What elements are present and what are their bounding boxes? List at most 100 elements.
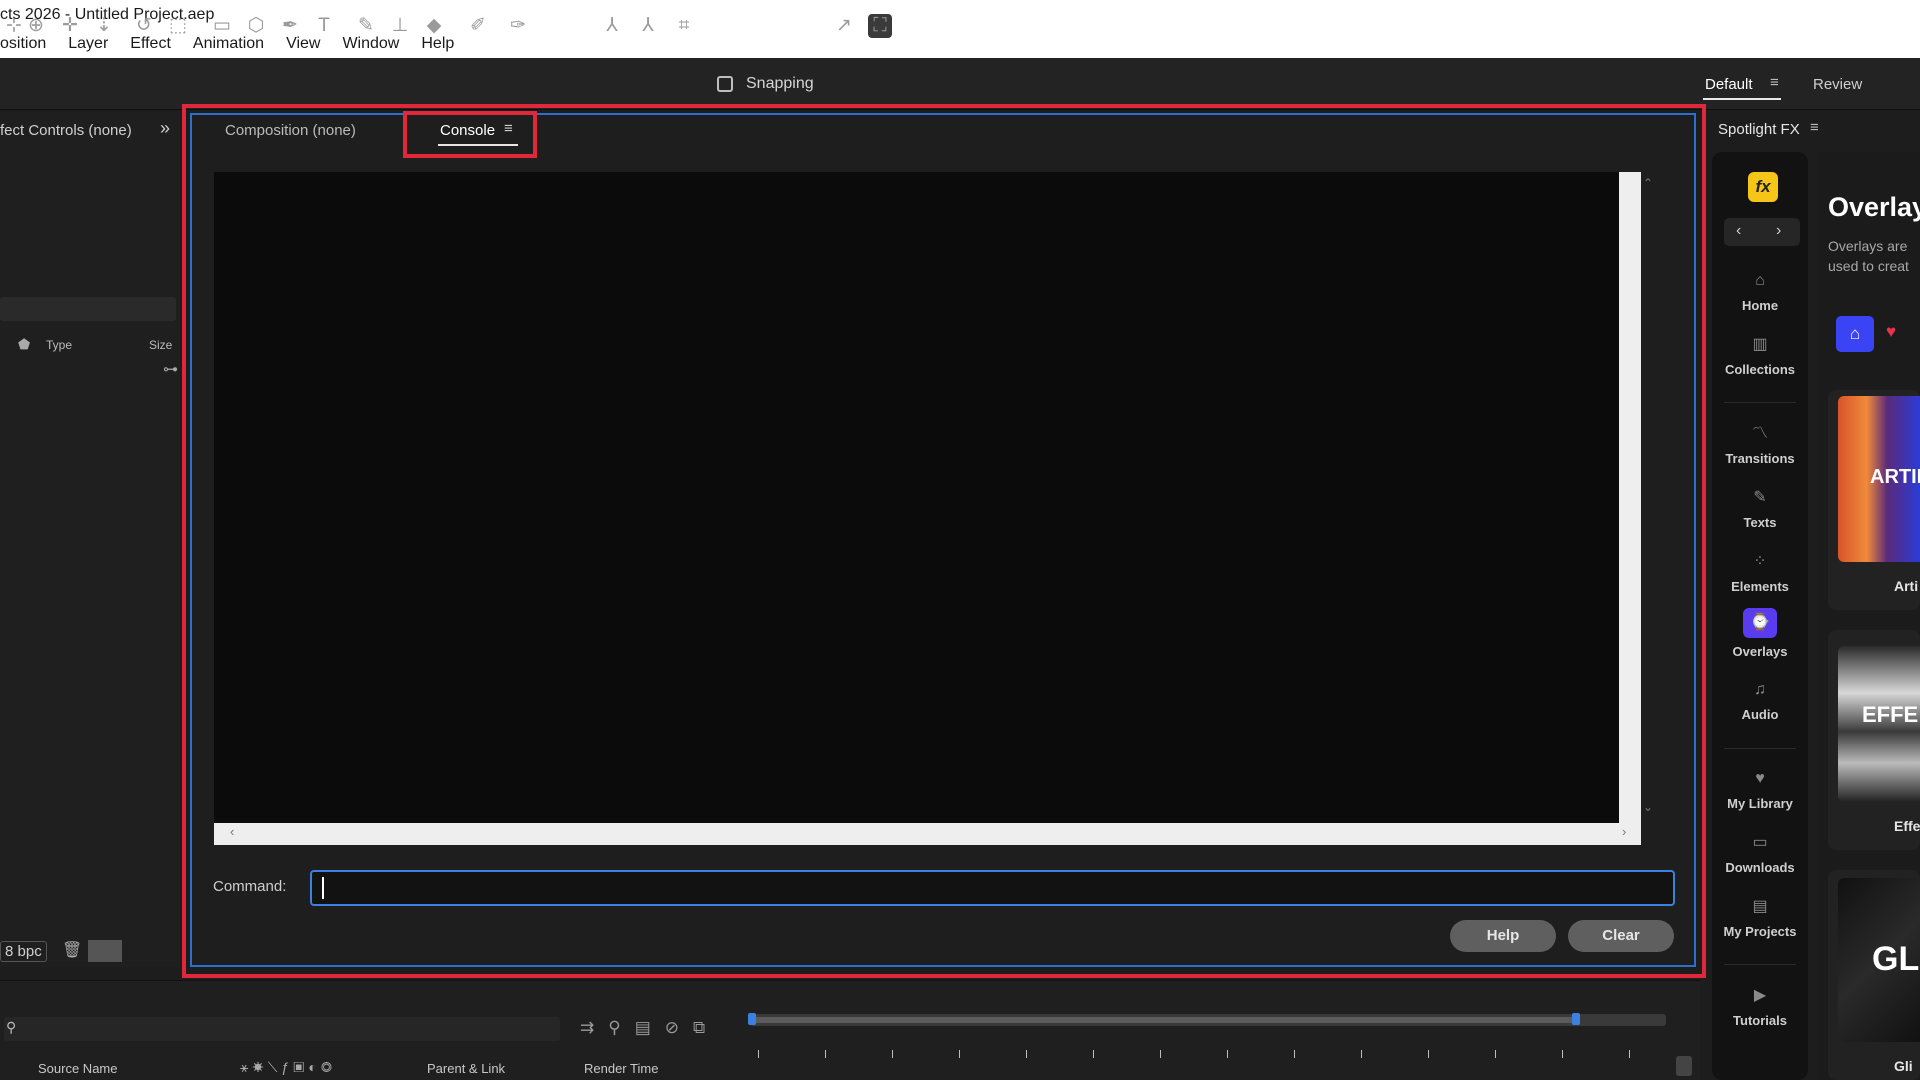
spotlight-panel-title[interactable]: Spotlight FX (1718, 121, 1800, 138)
download-icon: ▭ (1752, 834, 1768, 851)
sidebar-divider (1724, 964, 1796, 965)
sidebar-item-my-library[interactable]: ♥ My Library (1712, 768, 1808, 811)
column-size[interactable]: Size (149, 338, 172, 352)
content-description: Overlays are used to creat (1828, 238, 1909, 274)
column-render-time[interactable]: Render Time (584, 1061, 658, 1076)
snap-edges-icon[interactable]: ↗ (832, 14, 856, 38)
tab-console[interactable]: Console (440, 122, 495, 139)
bit-depth-button[interactable]: 8 bpc (0, 941, 47, 962)
rectangle-tool-icon[interactable]: ▭ (210, 14, 234, 38)
rotate-tool-icon[interactable]: ↺ (132, 14, 156, 38)
card-title: Gli (1894, 1058, 1913, 1074)
scroll-right-icon[interactable]: › (1622, 824, 1626, 839)
clone-stamp-tool-icon[interactable]: ⊥ (388, 14, 412, 38)
snapping-checkbox[interactable] (717, 76, 733, 92)
scroll-up-icon[interactable]: ⌃ (1643, 176, 1653, 190)
tab-composition[interactable]: Composition (none) (225, 122, 356, 139)
transitions-icon: 〽 (1751, 425, 1768, 442)
sidebar-divider (1724, 402, 1796, 403)
sidebar-item-my-projects[interactable]: ▤ My Projects (1712, 896, 1808, 939)
sidebar-item-elements[interactable]: ⁘ Elements (1712, 551, 1808, 594)
panel-overflow-icon[interactable]: » (160, 118, 170, 139)
sidebar-item-transitions[interactable]: 〽 Transitions (1712, 423, 1808, 466)
workspace-review[interactable]: Review (1813, 76, 1862, 93)
work-area-fill (754, 1017, 1574, 1023)
workspace-active-underline (1703, 98, 1781, 100)
sidebar-item-audio[interactable]: ♫ Audio (1712, 679, 1808, 722)
timeline-search-input[interactable] (4, 1017, 560, 1041)
play-icon: ▶ (1753, 987, 1767, 1004)
music-icon: ♫ (1754, 681, 1766, 698)
console-output-area[interactable] (214, 172, 1641, 845)
anchor-tool-icon[interactable]: ⬚ (166, 14, 190, 38)
snap-features-icon[interactable]: ⛶ (868, 14, 892, 38)
cube-tool-icon[interactable]: ⬡ (244, 14, 268, 38)
pen-icon: ✎ (1753, 489, 1767, 506)
sidebar-divider (1724, 748, 1796, 749)
project-search-input[interactable] (0, 297, 176, 321)
card-title: Arti (1894, 578, 1919, 594)
time-ruler[interactable] (758, 1050, 1658, 1060)
overlays-icon: ⌚ (1743, 608, 1777, 638)
card-thumbnail[interactable]: GLI (1838, 878, 1920, 1042)
brush-tool-icon[interactable]: ✎ (354, 14, 378, 38)
project-panel (0, 112, 180, 967)
axis-world-icon[interactable]: ⅄ (636, 14, 660, 38)
column-source-name[interactable]: Source Name (38, 1061, 117, 1076)
sidebar-item-tutorials[interactable]: ▶ Tutorials (1712, 985, 1808, 1028)
sidebar-item-collections[interactable]: ▥ Collections (1712, 334, 1808, 377)
sidebar-item-home[interactable]: ⌂ Home (1712, 270, 1808, 313)
layer-switch-icons[interactable]: ⚹☀⟍ƒ▣◐◎ (240, 1059, 336, 1076)
effect-controls-tab[interactable]: fect Controls (none) (0, 122, 132, 139)
workspace-menu-icon[interactable]: ≡ (1770, 74, 1779, 91)
axis-local-icon[interactable]: ⅄ (600, 14, 624, 38)
eraser-tool-icon[interactable]: ◆ (422, 14, 446, 38)
folder-icon: ▤ (1752, 898, 1768, 915)
panel-menu-icon[interactable]: ≡ (1810, 119, 1819, 136)
zoom-tool-icon[interactable]: ⊕ (24, 14, 48, 38)
column-type[interactable]: Type (46, 338, 72, 352)
color-swatch[interactable] (88, 940, 122, 962)
fx-logo-icon: fx (1748, 172, 1778, 202)
home-filter-button[interactable]: ⌂ (1836, 316, 1874, 352)
favorites-heart-icon[interactable]: ♥ (1886, 322, 1896, 342)
tab-menu-icon[interactable]: ≡ (504, 120, 513, 137)
sidebar-item-downloads[interactable]: ▭ Downloads (1712, 832, 1808, 875)
pen-tool-icon[interactable]: ✒ (278, 14, 302, 38)
help-button[interactable]: Help (1450, 920, 1556, 952)
card-thumbnail[interactable]: EFFE (1838, 646, 1920, 802)
sidebar-item-overlays[interactable]: ⌚ Overlays (1712, 608, 1808, 659)
card-thumbnail[interactable]: ARTIF (1838, 396, 1920, 562)
type-tool-icon[interactable]: T (312, 14, 336, 38)
chevron-right-icon[interactable]: › (1776, 222, 1781, 240)
axis-view-icon[interactable]: ⌗ (672, 14, 696, 38)
sidebar-item-texts[interactable]: ✎ Texts (1712, 487, 1808, 530)
scroll-left-icon[interactable]: ‹ (230, 824, 234, 839)
roto-brush-tool-icon[interactable]: ✐ (466, 14, 490, 38)
column-parent-link[interactable]: Parent & Link (427, 1061, 505, 1076)
search-icon[interactable]: ⚲ (6, 1019, 16, 1036)
snapping-label: Snapping (746, 75, 814, 92)
tag-icon[interactable]: ⬟ (18, 336, 30, 353)
command-input[interactable] (310, 870, 1675, 906)
workspace-default[interactable]: Default (1705, 76, 1753, 93)
tools-panel (0, 58, 1920, 110)
text-caret (322, 877, 324, 899)
timeline-switches-icons[interactable]: ⇉⚲▤⊘⧉ (580, 1018, 719, 1038)
card-title: Effe (1894, 818, 1920, 834)
orbit-tool-icon[interactable]: ⇣ (92, 14, 116, 38)
clear-button[interactable]: Clear (1568, 920, 1674, 952)
timeline-scroll-handle[interactable] (1676, 1056, 1692, 1076)
content-title: Overlay (1828, 192, 1920, 222)
work-area-end-handle[interactable] (1572, 1013, 1580, 1025)
scroll-down-icon[interactable]: ⌄ (1643, 800, 1653, 814)
work-area-start-handle[interactable] (748, 1013, 756, 1025)
move-tool-icon[interactable]: ✛ (58, 14, 82, 38)
collections-icon: ▥ (1752, 336, 1768, 353)
hand-tool-icon[interactable]: ⊹ (2, 14, 26, 38)
tab-active-underline (438, 144, 518, 146)
chevron-left-icon[interactable]: ‹ (1736, 222, 1741, 240)
flowchart-icon[interactable]: ⊶ (163, 360, 178, 378)
puppet-pin-tool-icon[interactable]: ✑ (506, 14, 530, 38)
trash-icon[interactable]: 🗑 (62, 940, 82, 960)
